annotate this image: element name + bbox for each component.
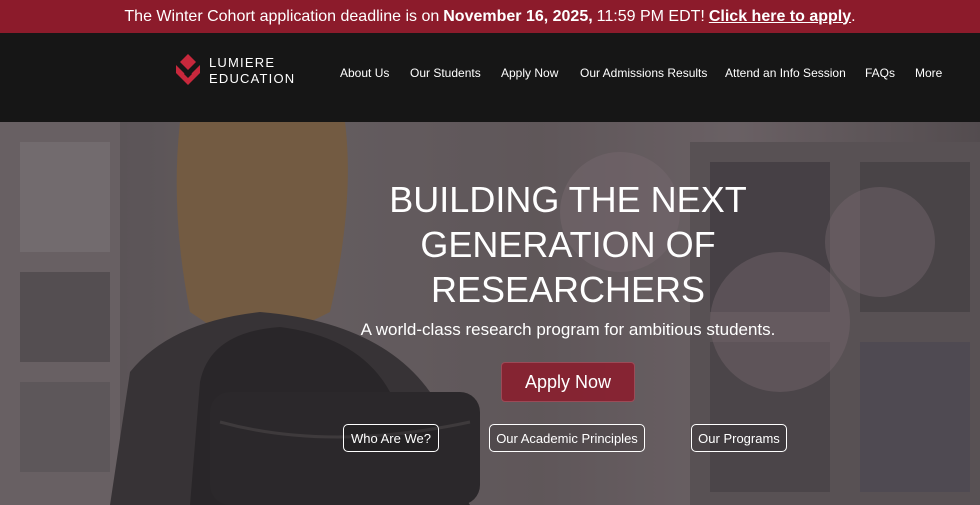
announcement-suffix: .	[851, 7, 856, 25]
announcement-bar: The Winter Cohort application deadline i…	[0, 0, 980, 33]
hero-title-line-2: GENERATION OF	[420, 224, 716, 265]
hero-subtitle: A world-class research program for ambit…	[360, 320, 776, 339]
brand-name: LUMIERE EDUCATION	[209, 55, 295, 87]
brand-line-1: LUMIERE	[209, 55, 276, 70]
apply-now-button[interactable]: Apply Now	[501, 362, 635, 402]
logo[interactable]: LUMIERE EDUCATION	[174, 53, 295, 89]
hero-title: BUILDING THE NEXT GENERATION OF RESEARCH…	[330, 177, 806, 312]
hero-title-line-1: BUILDING THE NEXT	[389, 179, 747, 220]
academic-principles-button[interactable]: Our Academic Principles	[489, 424, 645, 452]
announcement-time: 11:59 PM EDT!	[596, 7, 705, 25]
announcement-text: The Winter Cohort application deadline i…	[124, 7, 440, 25]
hero-title-line-3: RESEARCHERS	[430, 269, 706, 310]
hero-section: BUILDING THE NEXT GENERATION OF RESEARCH…	[0, 122, 980, 505]
our-programs-button[interactable]: Our Programs	[691, 424, 787, 452]
nav-admissions-results[interactable]: Our Admissions Results	[580, 66, 707, 80]
nav-about-us[interactable]: About Us	[340, 66, 389, 80]
nav-our-students[interactable]: Our Students	[410, 66, 481, 80]
nav-faqs[interactable]: FAQs	[865, 66, 895, 80]
nav-apply-now[interactable]: Apply Now	[501, 66, 558, 80]
nav-more[interactable]: More	[915, 66, 942, 80]
announcement-date: November 16, 2025,	[443, 7, 593, 25]
brand-line-2: EDUCATION	[209, 71, 296, 86]
site-header: LUMIERE EDUCATION About Us Our Students …	[0, 33, 980, 122]
who-are-we-button[interactable]: Who Are We?	[343, 424, 439, 452]
flame-logo-icon	[176, 54, 200, 85]
nav-info-session[interactable]: Attend an Info Session	[725, 66, 846, 80]
apply-link[interactable]: Click here to apply	[709, 8, 851, 26]
